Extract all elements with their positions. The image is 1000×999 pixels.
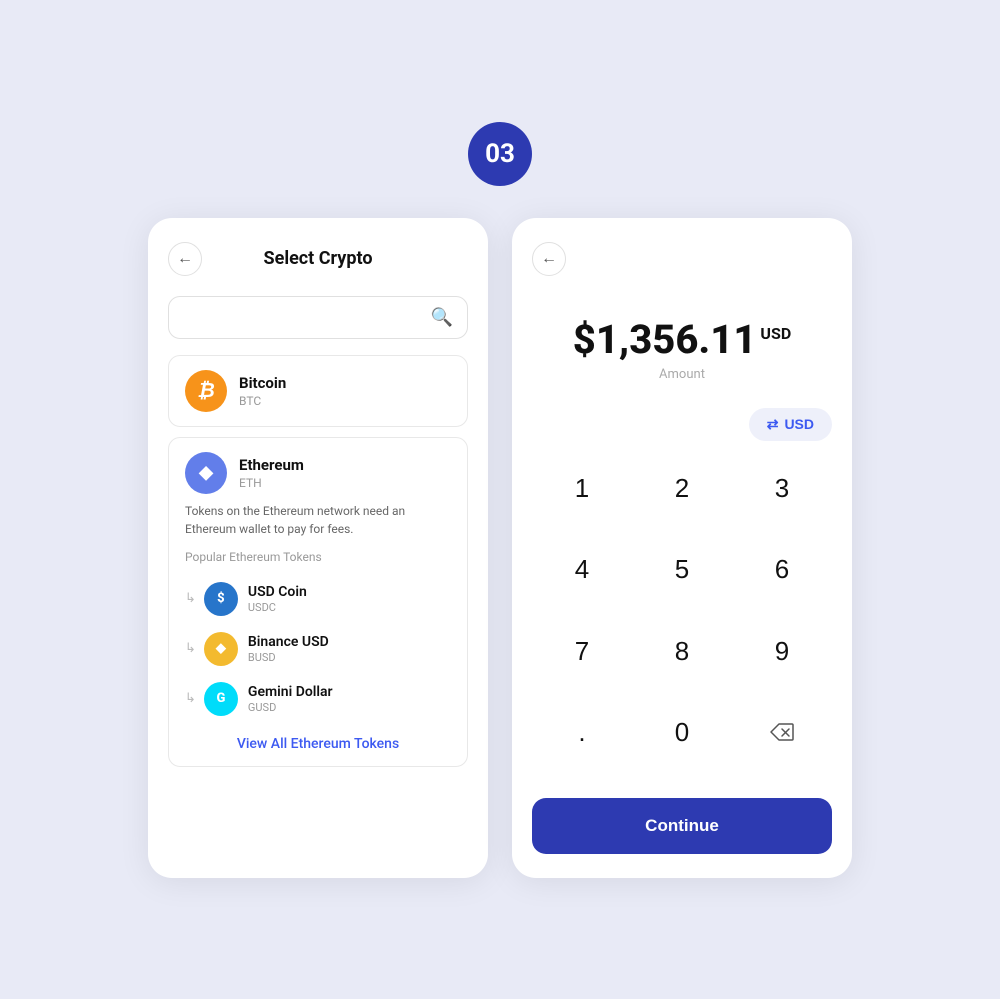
popular-tokens-label: Popular Ethereum Tokens <box>185 550 451 564</box>
usdc-name: USD Coin <box>248 584 307 600</box>
gusd-name: Gemini Dollar <box>248 684 333 700</box>
num-8-button[interactable]: 8 <box>632 619 732 683</box>
busd-symbol: BUSD <box>248 651 329 664</box>
ethereum-name: Ethereum <box>239 456 304 474</box>
usdc-token-item[interactable]: ↳ $ USD Coin USDC <box>185 574 451 624</box>
search-icon: 🔍 <box>431 307 453 328</box>
bitcoin-info: Bitcoin BTC <box>239 374 286 408</box>
right-panel-header: ← <box>532 242 832 276</box>
num-5-button[interactable]: 5 <box>632 538 732 602</box>
num-0-button[interactable]: 0 <box>632 700 732 764</box>
panels-container: ← Select Crypto 🔍 ₿ Bitcoin BTC ◆ <box>148 218 852 878</box>
search-input[interactable] <box>183 309 431 326</box>
view-all-ethereum-tokens-link[interactable]: View All Ethereum Tokens <box>185 736 451 752</box>
bitcoin-icon: ₿ <box>185 370 227 412</box>
numpad: 1 2 3 4 5 6 7 8 9 . 0 <box>532 457 832 782</box>
busd-token-item[interactable]: ↳ ◆ Binance USD BUSD <box>185 624 451 674</box>
bitcoin-name: Bitcoin <box>239 374 286 392</box>
ethereum-icon: ◆ <box>185 452 227 494</box>
continue-button[interactable]: Continue <box>532 798 832 854</box>
usdc-symbol: USDC <box>248 601 307 614</box>
step-badge: 03 <box>468 122 532 186</box>
currency-toggle-button[interactable]: ⇄ USD <box>749 408 832 441</box>
amount-number: $1,356.11 <box>573 316 757 363</box>
select-crypto-panel: ← Select Crypto 🔍 ₿ Bitcoin BTC ◆ <box>148 218 488 878</box>
ethereum-symbol: ETH <box>239 476 304 490</box>
usdc-arrow-icon: ↳ <box>185 591 196 606</box>
num-7-button[interactable]: 7 <box>532 619 632 683</box>
search-box[interactable]: 🔍 <box>168 296 468 339</box>
busd-info: Binance USD BUSD <box>248 634 329 664</box>
right-back-arrow: ← <box>541 250 557 268</box>
left-panel-header: ← Select Crypto <box>168 242 468 276</box>
bitcoin-symbol: BTC <box>239 394 286 408</box>
swap-icon: ⇄ <box>767 416 779 433</box>
num-dot-button[interactable]: . <box>532 700 632 764</box>
usdc-icon: $ <box>204 582 238 616</box>
left-panel-title: Select Crypto <box>264 248 373 269</box>
backspace-button[interactable] <box>732 700 832 764</box>
ethereum-info: Ethereum ETH <box>239 456 304 490</box>
usdc-info: USD Coin USDC <box>248 584 307 614</box>
busd-name: Binance USD <box>248 634 329 650</box>
amount-panel: ← $1,356.11USD Amount ⇄ USD 1 2 3 4 5 6 … <box>512 218 852 878</box>
amount-currency-sup: USD <box>760 324 791 343</box>
currency-label: USD <box>784 416 814 432</box>
num-9-button[interactable]: 9 <box>732 619 832 683</box>
num-4-button[interactable]: 4 <box>532 538 632 602</box>
bitcoin-item[interactable]: ₿ Bitcoin BTC <box>168 355 468 427</box>
right-back-button[interactable]: ← <box>532 242 566 276</box>
gusd-symbol: GUSD <box>248 701 333 714</box>
num-2-button[interactable]: 2 <box>632 457 732 521</box>
left-back-button[interactable]: ← <box>168 242 202 276</box>
gusd-info: Gemini Dollar GUSD <box>248 684 333 714</box>
gusd-arrow-icon: ↳ <box>185 691 196 706</box>
currency-toggle-container: ⇄ USD <box>532 408 832 441</box>
num-6-button[interactable]: 6 <box>732 538 832 602</box>
step-number: 03 <box>485 139 515 169</box>
num-3-button[interactable]: 3 <box>732 457 832 521</box>
num-1-button[interactable]: 1 <box>532 457 632 521</box>
busd-arrow-icon: ↳ <box>185 641 196 656</box>
ethereum-header: ◆ Ethereum ETH <box>185 452 451 494</box>
amount-display: $1,356.11USD <box>573 316 791 363</box>
amount-label: Amount <box>532 367 832 382</box>
ethereum-section: ◆ Ethereum ETH Tokens on the Ethereum ne… <box>168 437 468 767</box>
gusd-token-item[interactable]: ↳ G Gemini Dollar GUSD <box>185 674 451 724</box>
ethereum-note: Tokens on the Ethereum network need an E… <box>185 502 451 538</box>
left-back-arrow: ← <box>177 250 193 268</box>
busd-icon: ◆ <box>204 632 238 666</box>
gusd-icon: G <box>204 682 238 716</box>
amount-section: $1,356.11USD Amount <box>532 296 832 408</box>
